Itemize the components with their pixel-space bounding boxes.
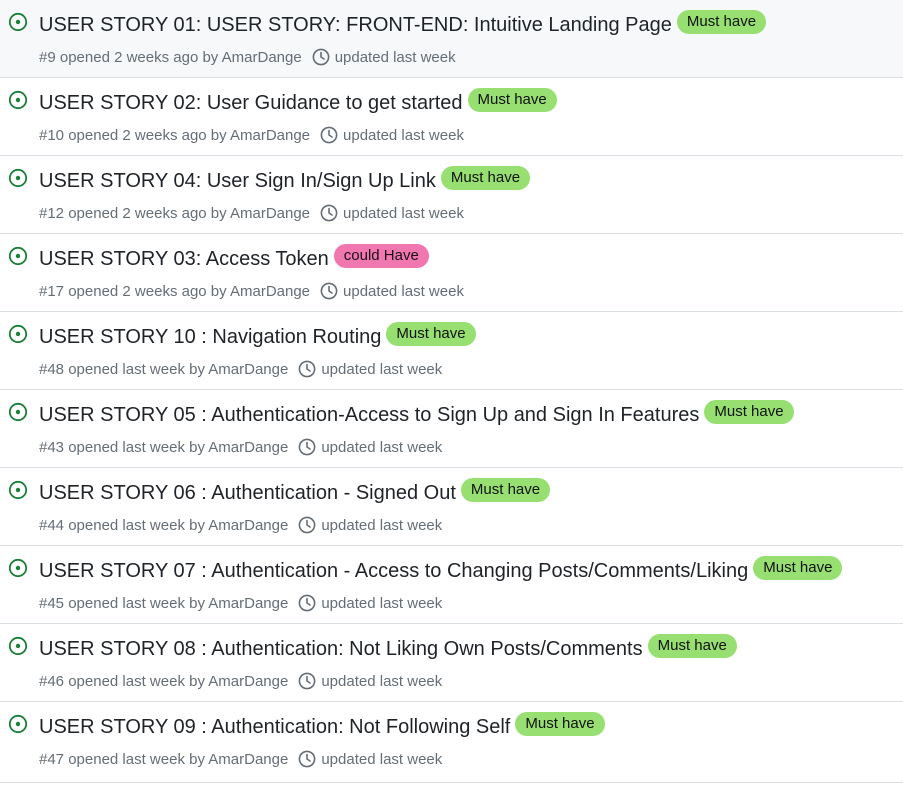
clock-icon xyxy=(312,48,330,66)
issue-opened-text: #47 opened last week by AmarDange xyxy=(39,750,289,768)
issue-meta: #47 opened last week by AmarDange update… xyxy=(39,750,442,768)
issue-opened-text: #44 opened last week by AmarDange xyxy=(39,516,289,534)
issue-title-link[interactable]: USER STORY 09 : Authentication: Not Foll… xyxy=(39,714,510,740)
issue-label[interactable]: Must have xyxy=(460,478,551,502)
issue-label[interactable]: could Have xyxy=(333,244,429,268)
issue-meta: #45 opened last week by AmarDange update… xyxy=(39,594,442,612)
issue-title-link[interactable]: USER STORY 03: Access Token xyxy=(39,246,329,272)
issue-row[interactable]: USER STORY 03: Access Token could Have #… xyxy=(0,234,903,312)
issue-row[interactable]: USER STORY 10 : Navigation Routing Must … xyxy=(0,312,903,390)
issue-open-icon xyxy=(8,324,28,344)
issue-title-link[interactable]: USER STORY 02: User Guidance to get star… xyxy=(39,90,463,116)
issue-updated-text: updated last week xyxy=(334,48,456,66)
clock-icon xyxy=(320,126,338,144)
issue-meta: #46 opened last week by AmarDange update… xyxy=(39,672,442,690)
issue-row[interactable]: USER STORY 07 : Authentication - Access … xyxy=(0,546,903,624)
issue-open-icon xyxy=(8,402,28,422)
issue-label[interactable]: Must have xyxy=(676,10,767,34)
clock-icon xyxy=(320,204,338,222)
issue-title-link[interactable]: USER STORY 06 : Authentication - Signed … xyxy=(39,480,456,506)
issue-opened-text: #43 opened last week by AmarDange xyxy=(39,438,289,456)
issue-row[interactable]: USER STORY 02: User Guidance to get star… xyxy=(0,78,903,156)
issue-meta: #44 opened last week by AmarDange update… xyxy=(39,516,442,534)
clock-icon xyxy=(298,594,316,612)
issue-updated-text: updated last week xyxy=(321,360,443,378)
issue-opened-text: #45 opened last week by AmarDange xyxy=(39,594,289,612)
issue-meta: #12 opened 2 weeks ago by AmarDange upda… xyxy=(39,204,464,222)
issue-label[interactable]: Must have xyxy=(515,712,605,736)
issue-opened-text: #48 opened last week by AmarDange xyxy=(39,360,289,378)
issue-updated-text: updated last week xyxy=(321,750,443,768)
issue-row[interactable]: USER STORY 05 : Authentication-Access to… xyxy=(0,390,903,468)
issue-opened-text: #17 opened 2 weeks ago by AmarDange xyxy=(39,282,311,300)
issue-updated-text: updated last week xyxy=(321,438,443,456)
issue-open-icon xyxy=(8,714,28,734)
issue-label[interactable]: Must have xyxy=(440,166,531,190)
issue-title-link[interactable]: USER STORY 04: User Sign In/Sign Up Link xyxy=(39,168,436,194)
issue-opened-text: #10 opened 2 weeks ago by AmarDange xyxy=(39,126,311,144)
issue-label[interactable]: Must have xyxy=(704,400,794,424)
issue-label[interactable]: Must have xyxy=(467,88,557,112)
issue-row[interactable]: USER STORY 06 : Authentication - Signed … xyxy=(0,468,903,546)
issue-opened-text: #46 opened last week by AmarDange xyxy=(39,672,289,690)
issue-meta: #9 opened 2 weeks ago by AmarDange updat… xyxy=(39,48,456,66)
clock-icon xyxy=(320,282,338,300)
clock-icon xyxy=(298,516,316,534)
issue-open-icon xyxy=(8,12,28,32)
issue-label[interactable]: Must have xyxy=(753,556,843,580)
issue-label[interactable]: Must have xyxy=(647,634,737,658)
issue-updated-text: updated last week xyxy=(321,594,443,612)
clock-icon xyxy=(298,360,316,378)
issue-updated-text: updated last week xyxy=(321,516,443,534)
issue-open-icon xyxy=(8,480,28,500)
issue-title-link[interactable]: USER STORY 05 : Authentication-Access to… xyxy=(39,402,699,428)
issue-list: USER STORY 01: USER STORY: FRONT-END: In… xyxy=(0,0,903,783)
issue-row[interactable]: USER STORY 09 : Authentication: Not Foll… xyxy=(0,702,903,783)
clock-icon xyxy=(298,672,316,690)
issue-open-icon xyxy=(8,246,28,266)
issue-updated-text: updated last week xyxy=(343,204,464,222)
issue-title-link[interactable]: USER STORY 10 : Navigation Routing xyxy=(39,324,381,350)
issue-open-icon xyxy=(8,636,28,656)
issue-updated-text: updated last week xyxy=(321,672,443,690)
issue-opened-text: #12 opened 2 weeks ago by AmarDange xyxy=(39,204,311,222)
issue-title-link[interactable]: USER STORY 01: USER STORY: FRONT-END: In… xyxy=(39,12,672,38)
clock-icon xyxy=(298,750,316,768)
issue-row[interactable]: USER STORY 04: User Sign In/Sign Up Link… xyxy=(0,156,903,234)
issue-open-icon xyxy=(8,168,28,188)
clock-icon xyxy=(298,438,316,456)
issue-meta: #43 opened last week by AmarDange update… xyxy=(39,438,442,456)
issue-meta: #10 opened 2 weeks ago by AmarDange upda… xyxy=(39,126,464,144)
issue-open-icon xyxy=(8,558,28,578)
issue-open-icon xyxy=(8,90,28,110)
issue-meta: #17 opened 2 weeks ago by AmarDange upda… xyxy=(39,282,464,300)
issue-label[interactable]: Must have xyxy=(386,322,476,346)
issue-row[interactable]: USER STORY 08 : Authentication: Not Liki… xyxy=(0,624,903,702)
issue-updated-text: updated last week xyxy=(343,282,464,300)
issue-row[interactable]: USER STORY 01: USER STORY: FRONT-END: In… xyxy=(0,0,903,78)
issue-title-link[interactable]: USER STORY 08 : Authentication: Not Liki… xyxy=(39,636,643,662)
issue-updated-text: updated last week xyxy=(343,126,464,144)
issue-opened-text: #9 opened 2 weeks ago by AmarDange xyxy=(39,48,302,66)
issue-title-link[interactable]: USER STORY 07 : Authentication - Access … xyxy=(39,558,748,584)
issue-meta: #48 opened last week by AmarDange update… xyxy=(39,360,442,378)
